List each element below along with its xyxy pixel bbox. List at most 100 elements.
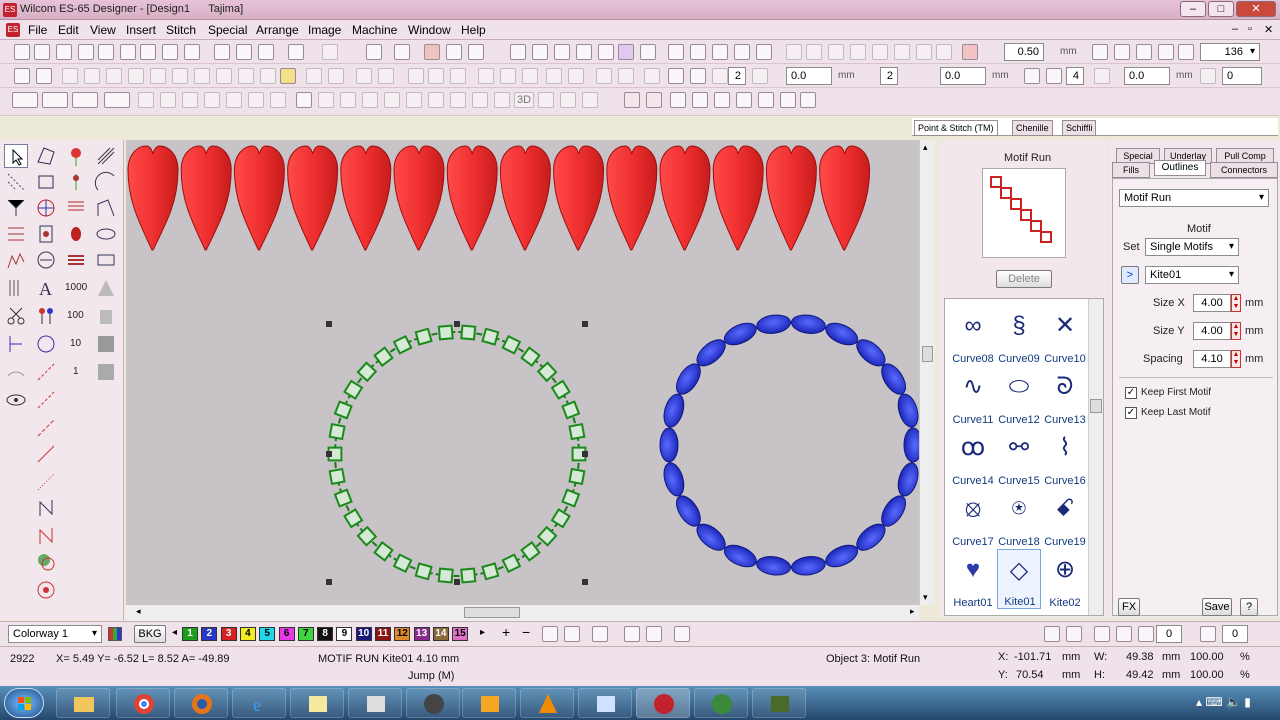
fill-9-icon[interactable] [318,92,334,108]
add-color-icon[interactable]: + [502,624,510,640]
color-swatch-12[interactable]: 12 [394,627,411,641]
tab-outlines[interactable]: Outlines [1154,160,1206,176]
image-2-icon[interactable] [690,44,706,60]
color-swatch-8[interactable]: 8 [317,627,334,641]
run-3-icon[interactable] [34,416,58,440]
move-angle-field[interactable]: 0 [1222,67,1262,85]
mirror-h-icon[interactable] [596,68,612,84]
menu-stitch[interactable]: Stitch [166,23,196,37]
vertical-scrollbar[interactable]: ▴ ▾ [919,140,935,605]
color-swatch-15[interactable]: 15 [452,627,469,641]
flower-icon[interactable] [64,144,88,168]
reshape-4-icon[interactable] [850,44,866,60]
color-tool-4-icon[interactable] [624,626,640,642]
align-left-icon[interactable] [408,68,424,84]
shape-edit-icon[interactable] [94,196,118,220]
paste-icon[interactable] [258,44,274,60]
select-2-icon[interactable] [42,92,68,108]
motif-item-curve11[interactable]: ∿ Curve11 [951,366,995,426]
run-4-icon[interactable] [34,442,58,466]
align-top-icon[interactable] [478,68,494,84]
count-10-icon[interactable]: 10 [64,332,88,356]
move-spacing-field[interactable]: 0.0 [1124,67,1170,85]
hoop-icon[interactable] [576,44,592,60]
rotate-ccw-icon[interactable] [1138,626,1154,642]
effect-3-icon[interactable] [670,92,686,108]
horizontal-scroll-thumb[interactable] [464,607,520,618]
select-arrow-icon[interactable] [4,144,28,168]
run-5-icon[interactable] [34,470,58,494]
keep-last-checkbox[interactable]: ✓ [1125,407,1137,419]
show-connectors-icon[interactable] [468,44,484,60]
transform-1-icon[interactable] [1044,626,1060,642]
color-swatch-3[interactable]: 3 [220,627,237,641]
image-3-icon[interactable] [712,44,728,60]
menu-file[interactable]: File [28,23,47,37]
digitize-8-icon[interactable] [34,222,58,246]
itunes-icon[interactable] [406,688,460,718]
color-swatch-13[interactable]: 13 [413,627,430,641]
menu-insert[interactable]: Insert [126,23,156,37]
internet-explorer-icon[interactable]: e [232,688,286,718]
lock-icon[interactable] [356,68,372,84]
motif-list-scroll-thumb[interactable] [1090,399,1102,413]
media-icon[interactable] [348,688,402,718]
lettering-icon[interactable]: A [34,276,58,300]
undo-icon[interactable] [288,44,304,60]
remove-color-icon[interactable]: − [522,624,530,640]
export-icon[interactable] [98,44,114,60]
rectangle-icon[interactable] [94,248,118,272]
reshape-2-icon[interactable] [806,44,822,60]
tab-point-stitch[interactable]: Point & Stitch (TM) [914,120,998,136]
fill-13-icon[interactable] [406,92,422,108]
close-button[interactable]: ✕ [1236,1,1276,17]
effect-8-icon[interactable] [780,92,796,108]
satin-lines-icon[interactable] [94,144,118,168]
color-swatch-11[interactable]: 11 [375,627,391,641]
save-button[interactable]: Save [1202,598,1232,616]
group-icon[interactable] [306,68,322,84]
run-8-icon[interactable] [34,550,58,574]
motif-item-curve09[interactable]: § Curve09 [997,305,1041,365]
arrange-12-icon[interactable] [260,68,276,84]
heart-border-row[interactable] [127,145,871,251]
menu-edit[interactable]: Edit [58,23,79,37]
move-count-field[interactable]: 4 [1066,67,1084,85]
keep-first-checkbox[interactable]: ✓ [1125,387,1137,399]
arrange-8-icon[interactable] [172,68,188,84]
color-swatch-2[interactable]: 2 [201,627,218,641]
mirror-v-icon[interactable] [618,68,634,84]
ruler-icon[interactable] [598,44,614,60]
select-dropdown-icon[interactable] [12,92,38,108]
size-x-spinner[interactable]: ▲ ▼ [1231,294,1241,312]
color-tool-5-icon[interactable] [646,626,662,642]
color-tool-1-icon[interactable] [542,626,558,642]
array-v-icon[interactable] [690,68,706,84]
fill-17-icon[interactable] [494,92,510,108]
menu-view[interactable]: View [90,23,116,37]
checkbox-tool-icon[interactable] [394,44,410,60]
set-select[interactable]: Single Motifs [1145,238,1239,256]
motif-item-curve17[interactable]: ⦻ Curve17 [951,488,995,548]
eye-icon[interactable] [4,388,28,412]
move-2-icon[interactable] [1046,68,1062,84]
pattern-icon[interactable] [94,332,118,356]
reshape-7-icon[interactable] [916,44,932,60]
horizontal-scrollbar[interactable]: ◂ ▸ [126,605,919,621]
run-stitch-icon[interactable] [34,360,58,384]
image-icon[interactable] [668,44,684,60]
fill-12-icon[interactable] [384,92,400,108]
arrange-4-icon[interactable] [84,68,100,84]
color-picker-icon[interactable] [640,44,656,60]
motif-item-heart01[interactable]: ♥ Heart01 [951,549,995,609]
menu-window[interactable]: Window [408,23,451,37]
array-spacing-field[interactable]: 0.0 [786,67,832,85]
effect-9-icon[interactable] [800,92,816,108]
digitize-9-icon[interactable] [64,222,88,246]
copy-icon[interactable] [236,44,252,60]
properties-icon[interactable] [366,44,382,60]
image-5-icon[interactable] [756,44,772,60]
array-spacing-icon[interactable] [752,68,768,84]
digitize-3-icon[interactable] [64,170,88,194]
effect-1-icon[interactable] [624,92,640,108]
